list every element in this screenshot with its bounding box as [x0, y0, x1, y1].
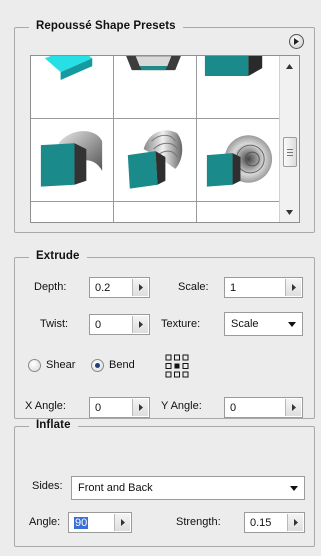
right-arrow-icon — [120, 519, 125, 526]
preset-tile[interactable] — [114, 202, 197, 223]
depth-field[interactable]: 0.2 — [89, 277, 150, 298]
right-arrow-icon — [293, 519, 298, 526]
sides-label: Sides: — [32, 480, 63, 492]
twist-value: 0 — [95, 319, 102, 331]
texture-label: Texture: — [161, 318, 201, 330]
sides-dropdown[interactable]: Front and Back — [71, 476, 305, 500]
x-angle-value: 0 — [95, 402, 102, 414]
y-angle-field[interactable]: 0 — [224, 397, 303, 418]
preset-tile[interactable] — [31, 202, 114, 222]
preset-tile[interactable] — [114, 119, 197, 202]
twist-label: Twist: — [40, 318, 69, 330]
x-angle-label: X Angle: — [25, 400, 66, 412]
preset-tile[interactable] — [31, 56, 114, 119]
preset-thumbnail — [206, 134, 273, 187]
chevron-down-icon — [288, 322, 296, 327]
flyout-menu-button[interactable] — [289, 34, 304, 49]
right-arrow-icon — [138, 284, 143, 291]
scale-slider-button[interactable] — [285, 279, 301, 296]
preset-tile[interactable] — [197, 56, 280, 119]
scale-field[interactable]: 1 — [224, 277, 303, 298]
right-arrow-icon — [138, 321, 143, 328]
scale-label: Scale: — [178, 281, 209, 293]
preset-grid — [31, 56, 280, 223]
y-angle-label: Y Angle: — [161, 400, 202, 412]
preset-tile[interactable] — [114, 56, 197, 119]
scroll-down-button[interactable] — [280, 204, 299, 220]
preset-tile[interactable] — [31, 119, 114, 202]
preset-thumbnail — [204, 56, 263, 76]
preset-thumbnail — [197, 202, 279, 223]
angle-value: 90 — [74, 517, 89, 529]
preset-picker[interactable] — [30, 55, 300, 223]
texture-dropdown[interactable]: Scale — [224, 312, 303, 336]
right-arrow-icon — [291, 284, 296, 291]
preset-thumbnail — [114, 202, 196, 223]
chevron-down-icon — [286, 209, 293, 215]
depth-label: Depth: — [34, 281, 67, 293]
bend-radio[interactable] — [91, 359, 104, 372]
right-arrow-icon — [138, 404, 143, 411]
strength-field[interactable]: 0.15 — [244, 512, 305, 533]
extrude-title: Extrude — [29, 250, 87, 262]
right-arrow-icon — [294, 38, 299, 45]
shear-radio[interactable] — [28, 359, 41, 372]
preset-thumbnail — [86, 221, 89, 222]
y-angle-slider-button[interactable] — [285, 399, 301, 416]
chevron-down-icon — [290, 486, 298, 491]
preset-tile[interactable] — [197, 119, 280, 202]
reference-point-grid[interactable] — [165, 354, 189, 378]
strength-slider-button[interactable] — [287, 514, 303, 531]
bend-label[interactable]: Bend — [109, 359, 135, 371]
twist-slider-button[interactable] — [132, 316, 148, 333]
angle-slider-button[interactable] — [114, 514, 130, 531]
angle-field[interactable]: 90 — [68, 512, 132, 533]
preset-tile[interactable] — [197, 202, 280, 223]
preset-thumbnail — [127, 129, 183, 189]
preset-thumbnail — [44, 56, 93, 80]
twist-field[interactable]: 0 — [89, 314, 150, 335]
inflate-title: Inflate — [29, 419, 78, 431]
texture-value: Scale — [231, 318, 259, 330]
x-angle-field[interactable]: 0 — [89, 397, 150, 418]
scale-value: 1 — [230, 282, 237, 294]
strength-value: 0.15 — [250, 517, 272, 529]
preset-thumbnail — [40, 130, 103, 187]
presets-title: Repoussé Shape Presets — [29, 20, 183, 32]
shear-label[interactable]: Shear — [46, 359, 75, 371]
depth-value: 0.2 — [95, 282, 111, 294]
scroll-thumb[interactable] — [283, 137, 297, 167]
chevron-up-icon — [286, 63, 293, 69]
depth-slider-button[interactable] — [132, 279, 148, 296]
reference-point-icon — [165, 354, 189, 378]
y-angle-value: 0 — [230, 402, 237, 414]
strength-label: Strength: — [176, 516, 221, 528]
angle-label: Angle: — [29, 516, 61, 528]
scroll-up-button[interactable] — [280, 58, 299, 74]
sides-value: Front and Back — [78, 482, 153, 494]
x-angle-slider-button[interactable] — [132, 399, 148, 416]
right-arrow-icon — [291, 404, 296, 411]
preset-thumbnail — [126, 56, 181, 70]
preset-scrollbar[interactable] — [279, 56, 299, 222]
